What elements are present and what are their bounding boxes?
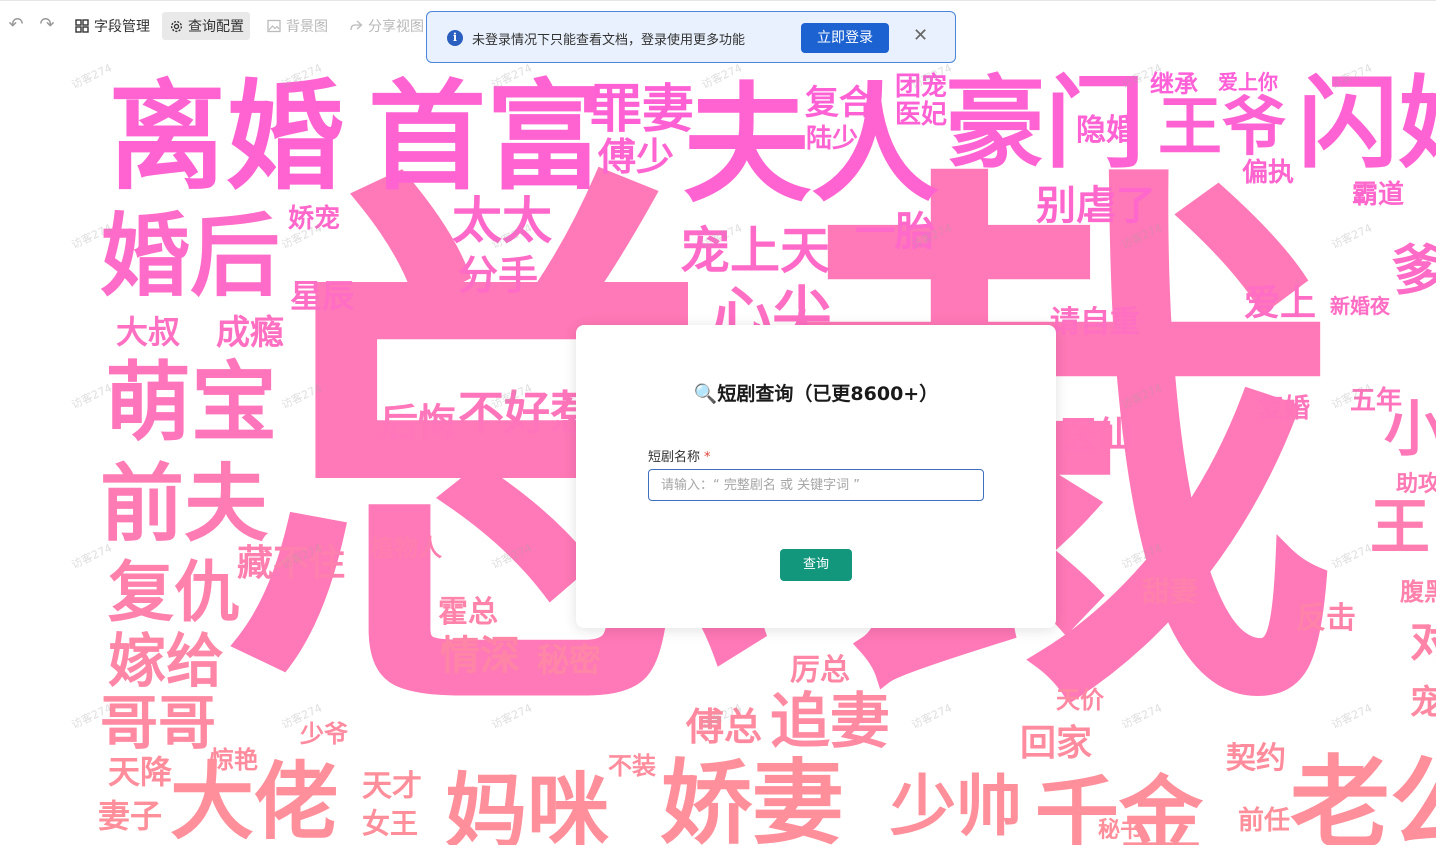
- cloud-word: 对: [1410, 616, 1436, 667]
- cloud-word: 不装: [608, 752, 656, 780]
- cloud-word: 腹黑: [1400, 578, 1436, 606]
- info-icon: i: [447, 30, 463, 46]
- cloud-word: 甜妻: [1142, 575, 1199, 608]
- cloud-word: 复仇: [108, 554, 240, 631]
- cloud-word: 霍总: [438, 595, 498, 630]
- cloud-word: 王: [1370, 493, 1430, 563]
- cloud-word: 大佬: [170, 753, 339, 845]
- cloud-word: 前任: [1238, 806, 1291, 836]
- redo-icon[interactable]: ↷: [37, 15, 57, 35]
- cloud-word: 厉总: [790, 653, 850, 688]
- query-config-button[interactable]: 查询配置: [162, 12, 250, 40]
- cloud-word: 爱上: [1244, 283, 1317, 324]
- cloud-word: 情深: [440, 633, 520, 679]
- login-button[interactable]: 立即登录: [801, 23, 889, 53]
- cloud-word: 天价: [1056, 686, 1104, 714]
- cloud-word: 娇妻: [660, 750, 845, 845]
- share-view-button[interactable]: 分享视图: [342, 12, 430, 40]
- background-image-label: 背景图: [286, 19, 328, 35]
- grid-icon: [74, 18, 90, 34]
- cloud-word: 追妻: [770, 687, 890, 757]
- cloud-word: 老公: [1290, 745, 1436, 845]
- cloud-word: 复婚: [1258, 394, 1311, 424]
- cloud-word: 成瘾: [216, 313, 284, 353]
- cloud-word: 傅少: [598, 135, 675, 179]
- cloud-word: 宠: [1410, 683, 1436, 723]
- cloud-word: 首富: [368, 68, 605, 206]
- cloud-word: 隐婚: [1076, 113, 1136, 148]
- login-notice-banner: i 未登录情况下只能查看文档，登录使用更多功能 立即登录 ✕: [426, 11, 956, 63]
- field-management-button[interactable]: 字段管理: [68, 12, 156, 40]
- cloud-word: 小: [1384, 395, 1436, 465]
- undo-icon[interactable]: ↶: [6, 15, 26, 35]
- cloud-word: 医仙: [1060, 415, 1133, 456]
- cloud-word: 陆少: [806, 124, 859, 154]
- cloud-word: 宠上天: [680, 222, 830, 280]
- cloud-word: 天降: [108, 753, 173, 791]
- cloud-word: 秘书: [1098, 818, 1143, 843]
- share-icon: [348, 18, 364, 34]
- share-view-label: 分享视图: [368, 19, 424, 35]
- cloud-word: 分手: [458, 253, 538, 299]
- cloud-word: 后悔: [380, 401, 457, 445]
- cloud-word: 星辰: [290, 277, 355, 315]
- cloud-word: 爹: [1392, 239, 1436, 302]
- cloud-word: 医妃: [895, 100, 948, 130]
- image-icon: [266, 18, 282, 34]
- cloud-word: 嫁给: [108, 627, 225, 695]
- query-button[interactable]: 查询: [780, 549, 852, 581]
- drama-name-input[interactable]: [648, 469, 984, 501]
- dialog-title: 🔍短剧查询（已更8600+）: [693, 383, 939, 405]
- required-mark: *: [704, 450, 711, 465]
- query-config-label: 查询配置: [188, 19, 244, 35]
- cloud-word: 妻子: [98, 797, 163, 835]
- cloud-word: 婚后: [100, 204, 280, 309]
- cloud-word: 少爷: [300, 720, 348, 748]
- drama-name-label-text: 短剧名称: [648, 450, 701, 465]
- cloud-word: 王爷: [1158, 91, 1286, 165]
- cloud-word: 天才: [362, 769, 422, 804]
- cloud-word: 回家: [1020, 723, 1093, 764]
- cloud-word: 离婚: [108, 68, 345, 206]
- cloud-word: 妈咪: [445, 765, 610, 845]
- field-management-label: 字段管理: [94, 19, 150, 35]
- close-icon[interactable]: ✕: [913, 26, 928, 46]
- cloud-word: 女王: [362, 807, 419, 840]
- cloud-word: 别虐了: [1036, 183, 1156, 229]
- cloud-word: 霸道: [1352, 180, 1405, 210]
- gear-icon: [168, 18, 184, 34]
- cloud-word: 大叔: [116, 313, 181, 351]
- cloud-word: 反击: [1296, 601, 1356, 636]
- cloud-word: 哥哥: [100, 689, 217, 757]
- background-image-button[interactable]: 背景图: [260, 12, 334, 40]
- cloud-word: 契约: [1226, 741, 1286, 776]
- cloud-word: 闪婚: [1298, 65, 1436, 182]
- cloud-word: 萌宝: [105, 353, 277, 453]
- cloud-word: 偏执: [1242, 158, 1295, 188]
- cloud-word: 新婚夜: [1330, 294, 1390, 318]
- cloud-word: 前夫: [100, 455, 269, 553]
- cloud-word: 少帅: [890, 768, 1022, 845]
- cloud-word: 复合: [805, 83, 873, 123]
- cloud-word: 秘密: [537, 641, 602, 679]
- drama-name-label: 短剧名称 *: [648, 446, 711, 465]
- cloud-word: 爱上你: [1218, 70, 1278, 94]
- drama-query-dialog: 🔍短剧查询（已更8600+） 短剧名称* 查询: [576, 325, 1056, 628]
- cloud-word: 请自重: [1050, 305, 1140, 340]
- cloud-word: 罪妻: [590, 80, 695, 140]
- cloud-word: 植物人: [370, 534, 442, 562]
- notice-message: 未登录情况下只能查看文档，登录使用更多功能: [472, 33, 746, 48]
